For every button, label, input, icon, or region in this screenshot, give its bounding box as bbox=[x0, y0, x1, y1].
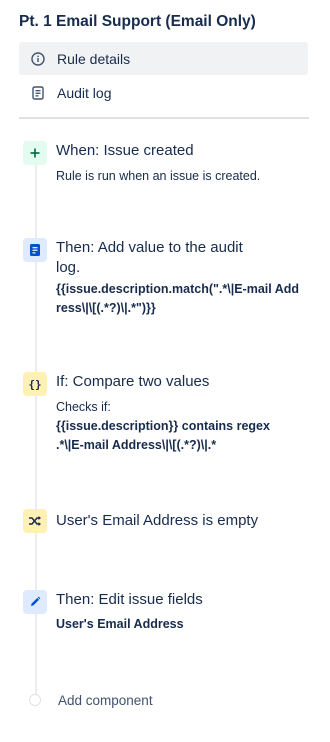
rule-title: Pt. 1 Email Support (Email Only) bbox=[19, 13, 256, 30]
nav-rule-details-label: Rule details bbox=[57, 50, 131, 67]
nav-audit-log-label: Audit log bbox=[57, 84, 112, 101]
add-circle-icon bbox=[29, 694, 41, 706]
pencil-icon bbox=[23, 590, 47, 614]
component-heading: If: Compare two values bbox=[56, 373, 210, 390]
document-icon bbox=[29, 84, 47, 102]
shuffle-icon bbox=[23, 509, 47, 533]
condition-expression: {{issue.description}} contains regex .*\… bbox=[56, 419, 270, 452]
component-heading: Then: Add value to the audit log. bbox=[56, 239, 243, 276]
component-condition-compare-values[interactable]: {} If: Compare two values Checks if: {{i… bbox=[23, 372, 323, 458]
plus-icon bbox=[23, 141, 47, 165]
nav-rule-details[interactable]: Rule details bbox=[19, 42, 308, 75]
audit-log-expression: {{issue.description.match(".*\|E-mail Ad… bbox=[56, 282, 300, 315]
component-heading: When: Issue created bbox=[56, 142, 194, 159]
component-description: Rule is run when an issue is created. bbox=[56, 169, 261, 183]
braces-icon: {} bbox=[23, 372, 47, 396]
component-if-email-empty[interactable]: User's Email Address is empty bbox=[23, 509, 323, 533]
audit-log-icon bbox=[23, 238, 47, 262]
edited-field: User's Email Address bbox=[56, 617, 184, 631]
add-component-label: Add component bbox=[58, 692, 153, 708]
component-heading: User's Email Address is empty bbox=[56, 512, 259, 529]
component-trigger-issue-created[interactable]: When: Issue created Rule is run when an … bbox=[23, 141, 323, 189]
nav-audit-log[interactable]: Audit log bbox=[19, 76, 308, 109]
divider bbox=[19, 117, 309, 119]
component-checks-label: Checks if: bbox=[56, 400, 111, 414]
component-action-edit-issue-fields[interactable]: Then: Edit issue fields User's Email Add… bbox=[23, 590, 323, 636]
component-action-add-audit-log[interactable]: Then: Add value to the audit log. {{issu… bbox=[23, 238, 323, 322]
add-component-button[interactable]: Add component bbox=[23, 688, 223, 712]
info-icon bbox=[29, 50, 47, 68]
component-heading: Then: Edit issue fields bbox=[56, 591, 203, 608]
